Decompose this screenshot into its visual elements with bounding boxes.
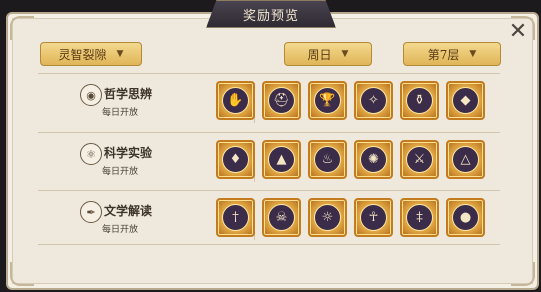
ankh-icon: ☥ xyxy=(360,204,387,231)
reward-item[interactable]: ▲ xyxy=(262,140,301,179)
chalice-icon: 🏆 xyxy=(314,87,341,114)
winged-helmet-icon: ⛑ xyxy=(268,87,295,114)
dagger-icon: ‡ xyxy=(406,204,433,231)
reward-item[interactable]: ♦ xyxy=(216,140,255,179)
row-divider xyxy=(38,190,500,191)
reward-item[interactable]: ✺ xyxy=(354,140,393,179)
sword-icon: † xyxy=(222,204,249,231)
reward-list: ♦ ▲ ♨ ✺ ⚔ △ xyxy=(216,140,485,179)
frame-corner xyxy=(511,262,535,286)
reward-item[interactable]: △ xyxy=(446,140,485,179)
reward-item[interactable]: ☼ xyxy=(308,198,347,237)
row-schedule: 每日开放 xyxy=(102,167,139,177)
mode-dropdown-label: 灵智裂隙 xyxy=(58,47,107,62)
row-title: 文学解读 xyxy=(104,204,153,218)
reward-row-literature: ✒ 文学解读 每日开放 † ☠ ☼ ☥ ‡ ● xyxy=(38,195,500,245)
row-divider xyxy=(38,244,500,245)
gold-triangle-icon: △ xyxy=(452,146,479,173)
floor-dropdown-label: 第7层 xyxy=(427,47,460,62)
reward-row-philosophy: ◉ 哲学思辨 每日开放 ✋ ⛑ 🏆 ✧ ⚱ ◆ xyxy=(38,78,500,128)
flame-icon: ♨ xyxy=(314,146,341,173)
chevron-down-icon: ▼ xyxy=(116,49,124,59)
reward-item[interactable]: ● xyxy=(446,198,485,237)
reward-item[interactable]: ⚱ xyxy=(400,81,439,120)
reward-list: ✋ ⛑ 🏆 ✧ ⚱ ◆ xyxy=(216,81,485,120)
row-title: 科学实验 xyxy=(104,146,153,160)
atom-icon: ⚛ xyxy=(80,143,102,165)
day-dropdown-label: 周日 xyxy=(307,47,332,62)
row-schedule: 每日开放 xyxy=(102,225,139,235)
green-crystal-icon: ♦ xyxy=(222,146,249,173)
reward-item[interactable]: ⚔ xyxy=(400,140,439,179)
winged-disc-icon: ☼ xyxy=(314,204,341,231)
reward-item[interactable]: ◆ xyxy=(446,81,485,120)
orb-icon: ● xyxy=(452,204,479,231)
reward-item[interactable]: ⛑ xyxy=(262,81,301,120)
reward-item[interactable]: 🏆 xyxy=(308,81,347,120)
reward-item[interactable]: ♨ xyxy=(308,140,347,179)
purple-gem-icon: ◆ xyxy=(452,87,479,114)
crystal-hand-icon: ✋ xyxy=(222,87,249,114)
frame-corner xyxy=(10,262,34,286)
reward-item[interactable]: ‡ xyxy=(400,198,439,237)
floor-dropdown[interactable]: 第7层 ▼ xyxy=(403,42,501,66)
reward-item[interactable]: ✧ xyxy=(354,81,393,120)
row-schedule: 每日开放 xyxy=(102,108,139,118)
skull-icon: ☠ xyxy=(268,204,295,231)
panel-title: 奖励预览 xyxy=(206,0,336,28)
reward-row-science: ⚛ 科学实验 每日开放 ♦ ▲ ♨ ✺ ⚔ △ xyxy=(38,137,500,187)
urn-icon: ⚱ xyxy=(406,87,433,114)
close-icon[interactable]: ✕ xyxy=(506,20,530,44)
day-dropdown[interactable]: 周日 ▼ xyxy=(284,42,372,66)
chevron-down-icon: ▼ xyxy=(341,49,349,59)
scarab-icon: ✧ xyxy=(360,87,387,114)
chevron-down-icon: ▼ xyxy=(469,49,477,59)
quill-icon: ✒ xyxy=(80,201,102,223)
eye-icon: ◉ xyxy=(80,84,102,106)
mode-dropdown[interactable]: 灵智裂隙 ▼ xyxy=(40,42,142,66)
reward-item[interactable]: ☥ xyxy=(354,198,393,237)
reward-item[interactable]: ☠ xyxy=(262,198,301,237)
row-divider xyxy=(38,132,500,133)
reward-list: † ☠ ☼ ☥ ‡ ● xyxy=(216,198,485,237)
row-divider xyxy=(38,73,500,74)
lion-head-icon: ✺ xyxy=(360,146,387,173)
pyramid-eye-icon: ▲ xyxy=(268,146,295,173)
frame-corner xyxy=(10,16,34,40)
reward-item[interactable]: † xyxy=(216,198,255,237)
crossed-swords-icon: ⚔ xyxy=(406,146,433,173)
row-title: 哲学思辨 xyxy=(104,87,153,101)
reward-item[interactable]: ✋ xyxy=(216,81,255,120)
